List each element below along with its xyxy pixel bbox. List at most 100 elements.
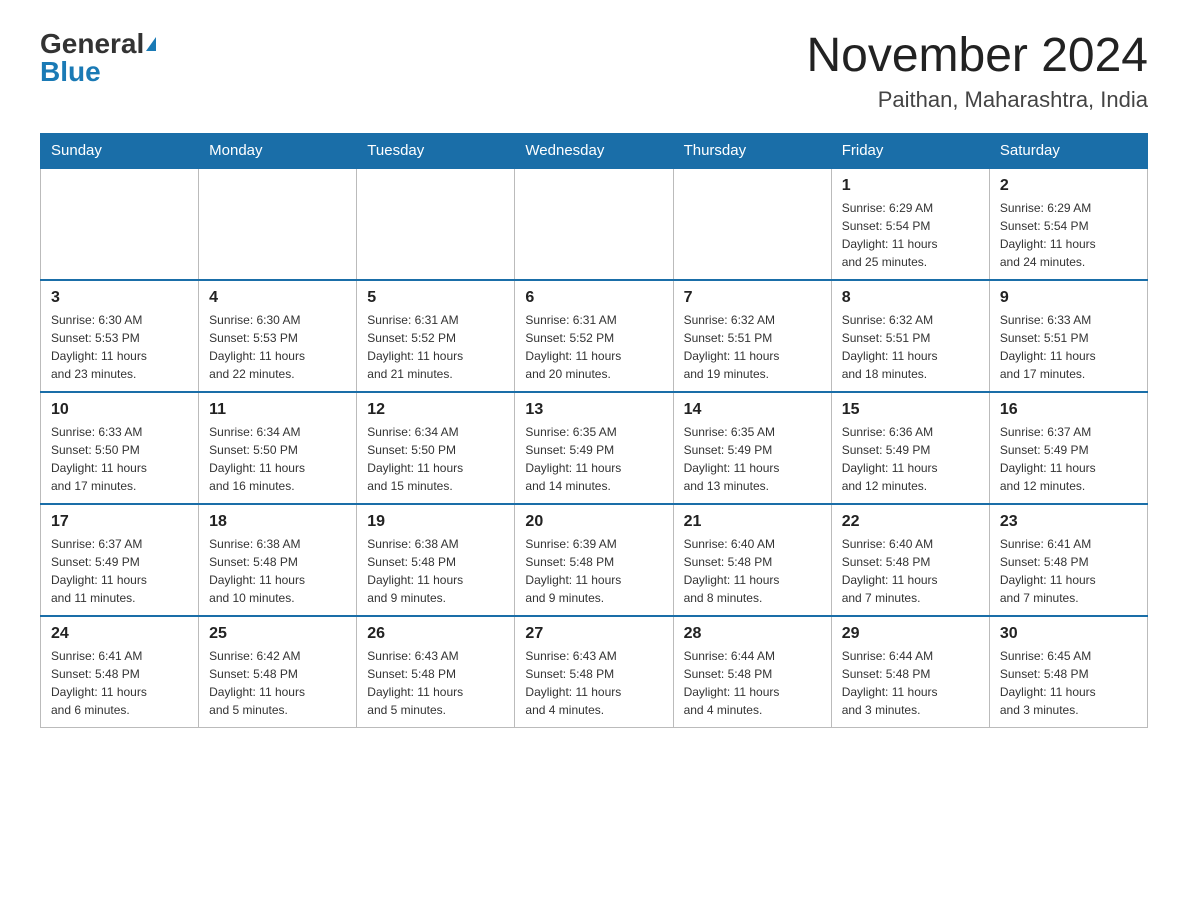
weekday-header-tuesday: Tuesday: [357, 133, 515, 168]
day-number: 25: [209, 625, 346, 643]
day-number: 10: [51, 401, 188, 419]
day-info: Sunrise: 6:36 AMSunset: 5:49 PMDaylight:…: [842, 423, 979, 495]
calendar-cell: 18Sunrise: 6:38 AMSunset: 5:48 PMDayligh…: [199, 504, 357, 616]
weekday-header-saturday: Saturday: [989, 133, 1147, 168]
month-title: November 2024: [806, 30, 1148, 83]
day-info: Sunrise: 6:29 AMSunset: 5:54 PMDaylight:…: [842, 199, 979, 271]
day-number: 6: [525, 289, 662, 307]
day-info: Sunrise: 6:34 AMSunset: 5:50 PMDaylight:…: [209, 423, 346, 495]
day-info: Sunrise: 6:41 AMSunset: 5:48 PMDaylight:…: [51, 647, 188, 719]
day-info: Sunrise: 6:41 AMSunset: 5:48 PMDaylight:…: [1000, 535, 1137, 607]
week-row-1: 1 Sunrise: 6:29 AMSunset: 5:54 PMDaylight…: [41, 168, 1148, 280]
calendar-cell: 11Sunrise: 6:34 AMSunset: 5:50 PMDayligh…: [199, 392, 357, 504]
weekday-header-friday: Friday: [831, 133, 989, 168]
day-number: 8: [842, 289, 979, 307]
day-info: Sunrise: 6:38 AMSunset: 5:48 PMDaylight:…: [209, 535, 346, 607]
day-number: 29: [842, 625, 979, 643]
day-number: 20: [525, 513, 662, 531]
day-number: 16: [1000, 401, 1137, 419]
day-number: 15: [842, 401, 979, 419]
weekday-header-thursday: Thursday: [673, 133, 831, 168]
day-info: Sunrise: 6:33 AMSunset: 5:51 PMDaylight:…: [1000, 311, 1137, 383]
calendar-cell: 21 Sunrise: 6:40 AMSunset: 5:48 PMDayligh…: [673, 504, 831, 616]
weekday-header-monday: Monday: [199, 133, 357, 168]
day-number: 23: [1000, 513, 1137, 531]
day-number: 14: [684, 401, 821, 419]
calendar-table: SundayMondayTuesdayWednesdayThursdayFrid…: [40, 133, 1148, 728]
day-info: Sunrise: 6:40 AMSunset: 5:48 PMDaylight:…: [684, 535, 821, 607]
day-info: Sunrise: 6:32 AMSunset: 5:51 PMDaylight:…: [842, 311, 979, 383]
day-info: Sunrise: 6:30 AMSunset: 5:53 PMDaylight:…: [51, 311, 188, 383]
day-info: Sunrise: 6:35 AMSunset: 5:49 PMDaylight:…: [684, 423, 821, 495]
day-info: Sunrise: 6:45 AMSunset: 5:48 PMDaylight:…: [1000, 647, 1137, 719]
calendar-cell: [673, 168, 831, 280]
calendar-cell: 9Sunrise: 6:33 AMSunset: 5:51 PMDaylight…: [989, 280, 1147, 392]
calendar-cell: 14 Sunrise: 6:35 AMSunset: 5:49 PMDayligh…: [673, 392, 831, 504]
calendar-cell: 16 Sunrise: 6:37 AMSunset: 5:49 PMDayligh…: [989, 392, 1147, 504]
day-number: 22: [842, 513, 979, 531]
calendar-cell: 3 Sunrise: 6:30 AMSunset: 5:53 PMDaylight…: [41, 280, 199, 392]
day-info: Sunrise: 6:31 AMSunset: 5:52 PMDaylight:…: [367, 311, 504, 383]
day-number: 21: [684, 513, 821, 531]
logo-general-text: General: [40, 30, 144, 58]
calendar-cell: 4Sunrise: 6:30 AMSunset: 5:53 PMDaylight…: [199, 280, 357, 392]
page-header: General Blue November 2024 Paithan, Maha…: [40, 30, 1148, 113]
day-info: Sunrise: 6:43 AMSunset: 5:48 PMDaylight:…: [525, 647, 662, 719]
day-number: 13: [525, 401, 662, 419]
logo-blue-text: Blue: [40, 58, 101, 86]
calendar-cell: [357, 168, 515, 280]
day-number: 27: [525, 625, 662, 643]
calendar-cell: 17 Sunrise: 6:37 AMSunset: 5:49 PMDayligh…: [41, 504, 199, 616]
day-number: 2: [1000, 177, 1137, 195]
day-number: 17: [51, 513, 188, 531]
calendar-cell: 13Sunrise: 6:35 AMSunset: 5:49 PMDayligh…: [515, 392, 673, 504]
calendar-header-row: SundayMondayTuesdayWednesdayThursdayFrid…: [41, 133, 1148, 168]
calendar-cell: 8 Sunrise: 6:32 AMSunset: 5:51 PMDaylight…: [831, 280, 989, 392]
day-number: 5: [367, 289, 504, 307]
day-number: 19: [367, 513, 504, 531]
day-info: Sunrise: 6:44 AMSunset: 5:48 PMDaylight:…: [684, 647, 821, 719]
calendar-cell: 23 Sunrise: 6:41 AMSunset: 5:48 PMDayligh…: [989, 504, 1147, 616]
day-info: Sunrise: 6:29 AMSunset: 5:54 PMDaylight:…: [1000, 199, 1137, 271]
calendar-cell: 24 Sunrise: 6:41 AMSunset: 5:48 PMDayligh…: [41, 616, 199, 728]
calendar-cell: 30 Sunrise: 6:45 AMSunset: 5:48 PMDayligh…: [989, 616, 1147, 728]
day-number: 7: [684, 289, 821, 307]
day-info: Sunrise: 6:40 AMSunset: 5:48 PMDaylight:…: [842, 535, 979, 607]
calendar-cell: 29Sunrise: 6:44 AMSunset: 5:48 PMDayligh…: [831, 616, 989, 728]
location-title: Paithan, Maharashtra, India: [806, 87, 1148, 113]
day-number: 3: [51, 289, 188, 307]
day-info: Sunrise: 6:37 AMSunset: 5:49 PMDaylight:…: [51, 535, 188, 607]
day-info: Sunrise: 6:33 AMSunset: 5:50 PMDaylight:…: [51, 423, 188, 495]
calendar-cell: 10 Sunrise: 6:33 AMSunset: 5:50 PMDayligh…: [41, 392, 199, 504]
calendar-cell: 15 Sunrise: 6:36 AMSunset: 5:49 PMDayligh…: [831, 392, 989, 504]
calendar-cell: 26Sunrise: 6:43 AMSunset: 5:48 PMDayligh…: [357, 616, 515, 728]
calendar-cell: 5 Sunrise: 6:31 AMSunset: 5:52 PMDaylight…: [357, 280, 515, 392]
calendar-cell: 27 Sunrise: 6:43 AMSunset: 5:48 PMDayligh…: [515, 616, 673, 728]
day-info: Sunrise: 6:39 AMSunset: 5:48 PMDaylight:…: [525, 535, 662, 607]
day-info: Sunrise: 6:34 AMSunset: 5:50 PMDaylight:…: [367, 423, 504, 495]
day-number: 26: [367, 625, 504, 643]
day-number: 12: [367, 401, 504, 419]
day-info: Sunrise: 6:37 AMSunset: 5:49 PMDaylight:…: [1000, 423, 1137, 495]
calendar-cell: [515, 168, 673, 280]
day-number: 24: [51, 625, 188, 643]
day-number: 28: [684, 625, 821, 643]
day-number: 30: [1000, 625, 1137, 643]
day-number: 1: [842, 177, 979, 195]
calendar-cell: 12 Sunrise: 6:34 AMSunset: 5:50 PMDayligh…: [357, 392, 515, 504]
week-row-3: 10 Sunrise: 6:33 AMSunset: 5:50 PMDayligh…: [41, 392, 1148, 504]
logo: General Blue: [40, 30, 156, 86]
week-row-5: 24 Sunrise: 6:41 AMSunset: 5:48 PMDayligh…: [41, 616, 1148, 728]
calendar-cell: 19 Sunrise: 6:38 AMSunset: 5:48 PMDayligh…: [357, 504, 515, 616]
weekday-header-wednesday: Wednesday: [515, 133, 673, 168]
calendar-cell: 22 Sunrise: 6:40 AMSunset: 5:48 PMDayligh…: [831, 504, 989, 616]
calendar-cell: 28 Sunrise: 6:44 AMSunset: 5:48 PMDayligh…: [673, 616, 831, 728]
week-row-4: 17 Sunrise: 6:37 AMSunset: 5:49 PMDayligh…: [41, 504, 1148, 616]
day-info: Sunrise: 6:31 AMSunset: 5:52 PMDaylight:…: [525, 311, 662, 383]
calendar-cell: 20 Sunrise: 6:39 AMSunset: 5:48 PMDayligh…: [515, 504, 673, 616]
calendar-cell: 1 Sunrise: 6:29 AMSunset: 5:54 PMDaylight…: [831, 168, 989, 280]
day-info: Sunrise: 6:38 AMSunset: 5:48 PMDaylight:…: [367, 535, 504, 607]
day-info: Sunrise: 6:32 AMSunset: 5:51 PMDaylight:…: [684, 311, 821, 383]
weekday-header-sunday: Sunday: [41, 133, 199, 168]
week-row-2: 3 Sunrise: 6:30 AMSunset: 5:53 PMDaylight…: [41, 280, 1148, 392]
